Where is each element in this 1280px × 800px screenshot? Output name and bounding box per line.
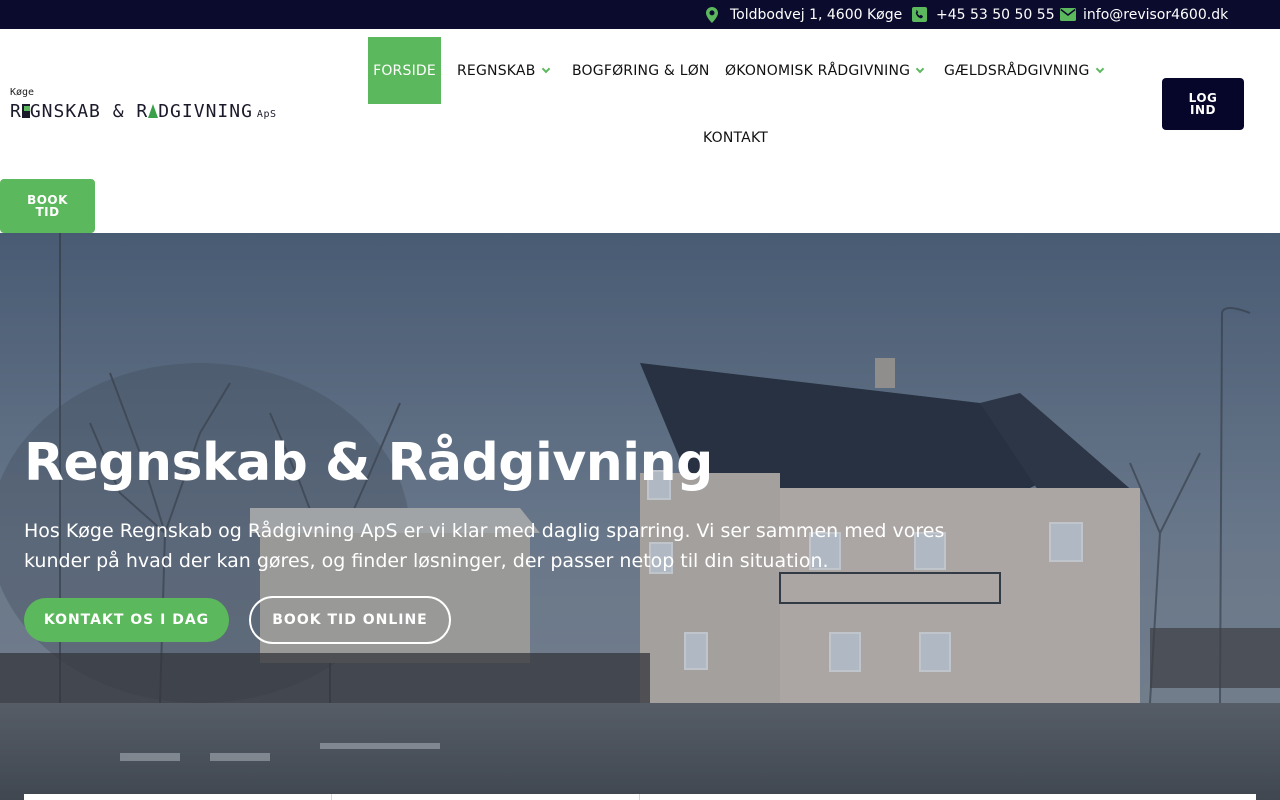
nav-item-regnskab[interactable]: REGNSKAB: [457, 37, 550, 104]
card-divider: [331, 794, 332, 800]
nav-label: BOGFØRING & LØN: [572, 62, 710, 79]
logo-suffix: ApS: [256, 109, 277, 120]
phone-text: +45 53 50 50 55: [936, 6, 1055, 23]
logo-main-text: R GNSKAB & R DGIVNING ApS: [10, 101, 276, 122]
logo-triangle-mark: [148, 104, 159, 118]
logo-text-end: DGIVNING: [158, 101, 253, 122]
feature-cards-strip: [24, 794, 1256, 800]
logo-letter: R: [10, 101, 22, 122]
nav-item-okonomisk-radgivning[interactable]: ØKONOMISK RÅDGIVNING: [725, 37, 925, 104]
nav-label: FORSIDE: [373, 62, 436, 79]
book-online-button[interactable]: BOOK TID ONLINE: [249, 596, 451, 644]
card-divider: [639, 794, 640, 800]
hero-title: Regnskab & Rådgivning: [24, 433, 713, 493]
nav-item-gaeldsradgivning[interactable]: GÆLDSRÅDGIVNING: [944, 37, 1104, 104]
site-logo[interactable]: Køge R GNSKAB & R DGIVNING ApS: [10, 87, 300, 127]
top-contact-bar: Toldbodvej 1, 4600 Køge +45 53 50 50 55 …: [0, 0, 1280, 29]
phone-item[interactable]: +45 53 50 50 55: [912, 0, 1055, 29]
hero-section: Regnskab & Rådgivning Hos Køge Regnskab …: [0, 233, 1280, 800]
chevron-down-icon: [915, 64, 925, 74]
address-text: Toldbodvej 1, 4600 Køge: [730, 6, 903, 23]
nav-label: ØKONOMISK RÅDGIVNING: [725, 62, 911, 79]
nav-label: REGNSKAB: [457, 62, 536, 79]
logo-text-mid: GNSKAB & R: [29, 101, 149, 122]
map-marker-icon: [706, 6, 718, 23]
nav-label: GÆLDSRÅDGIVNING: [944, 62, 1090, 79]
chevron-down-icon: [541, 64, 550, 74]
nav-label: KONTAKT: [703, 129, 768, 146]
phone-icon: [912, 7, 927, 22]
hero-description: Hos Køge Regnskab og Rådgivning ApS er v…: [24, 520, 945, 572]
nav-item-kontakt[interactable]: KONTAKT: [703, 104, 768, 171]
login-button[interactable]: LOG IND: [1162, 78, 1244, 130]
envelope-icon: [1060, 8, 1076, 21]
book-time-button[interactable]: BOOK TID: [0, 179, 95, 233]
chevron-down-icon: [1095, 64, 1104, 74]
email-text: info@revisor4600.dk: [1083, 6, 1229, 23]
nav-item-forside[interactable]: FORSIDE: [368, 37, 441, 104]
contact-us-button[interactable]: KONTAKT OS I DAG: [24, 598, 229, 642]
site-header: Køge R GNSKAB & R DGIVNING ApS FORSIDE REGN…: [0, 29, 1280, 233]
email-item[interactable]: info@revisor4600.dk: [1060, 0, 1228, 29]
nav-item-bogforing-lon[interactable]: BOGFØRING & LØN: [572, 37, 710, 104]
logo-square-mark: [21, 104, 30, 118]
logo-small-text: Køge: [10, 87, 35, 98]
address-item: Toldbodvej 1, 4600 Køge: [706, 0, 902, 29]
